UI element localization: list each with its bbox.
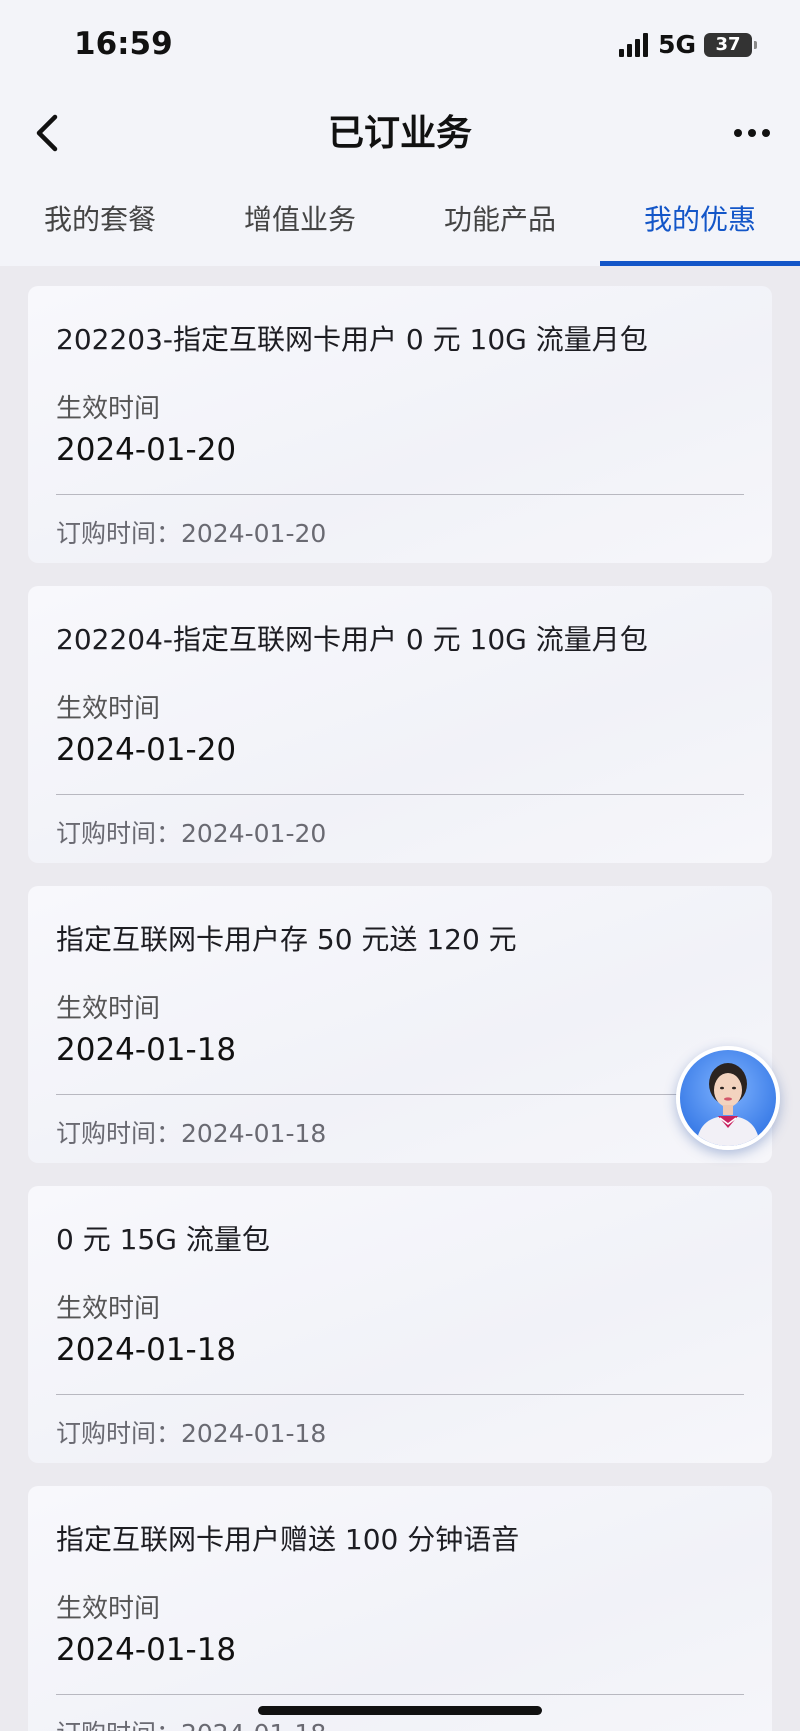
order-time: 订购时间：2024-01-18 xyxy=(56,1419,327,1448)
effective-date: 2024-01-18 xyxy=(56,1032,237,1068)
tab-function-products[interactable]: 功能产品 xyxy=(400,178,600,266)
effective-label: 生效时间 xyxy=(56,994,161,1024)
effective-date: 2024-01-18 xyxy=(56,1332,237,1368)
tab-my-offers[interactable]: 我的优惠 xyxy=(600,178,800,266)
offer-card[interactable]: 0 元 15G 流量包 生效时间 2024-01-18 订购时间：2024-01… xyxy=(28,1186,772,1463)
more-dot xyxy=(748,129,756,137)
divider xyxy=(56,1694,744,1695)
more-dot xyxy=(762,129,770,137)
offer-card[interactable]: 指定互联网卡用户赠送 100 分钟语音 生效时间 2024-01-18 订购时间… xyxy=(28,1486,772,1731)
offer-title: 指定互联网卡用户赠送 100 分钟语音 xyxy=(56,1523,520,1556)
status-indicators: 5G 37 xyxy=(619,30,757,59)
effective-label: 生效时间 xyxy=(56,1294,161,1324)
status-time: 16:59 xyxy=(74,26,173,62)
more-button[interactable] xyxy=(722,108,782,158)
assistant-avatar-icon xyxy=(696,1063,760,1146)
nav-header: 已订业务 xyxy=(0,90,800,178)
tab-my-plan[interactable]: 我的套餐 xyxy=(0,178,200,266)
status-bar: 16:59 5G 37 xyxy=(0,0,800,90)
effective-date: 2024-01-18 xyxy=(56,1632,237,1668)
effective-date: 2024-01-20 xyxy=(56,732,237,768)
offer-title: 202203-指定互联网卡用户 0 元 10G 流量月包 xyxy=(56,323,648,356)
effective-label: 生效时间 xyxy=(56,394,161,424)
home-indicator[interactable] xyxy=(258,1706,542,1715)
offer-card[interactable]: 202203-指定互联网卡用户 0 元 10G 流量月包 生效时间 2024-0… xyxy=(28,286,772,563)
signal-icon xyxy=(619,32,649,57)
order-time: 订购时间：2024-01-18 xyxy=(56,1714,326,1731)
offer-title: 0 元 15G 流量包 xyxy=(56,1223,270,1256)
tab-bar: 我的套餐 增值业务 功能产品 我的优惠 xyxy=(0,178,800,266)
battery-icon: 37 xyxy=(704,32,757,57)
divider xyxy=(56,1094,744,1095)
order-time: 订购时间：2024-01-18 xyxy=(56,1119,327,1148)
offer-list: 202203-指定互联网卡用户 0 元 10G 流量月包 生效时间 2024-0… xyxy=(28,286,772,1731)
network-label: 5G xyxy=(658,30,696,59)
offer-title: 指定互联网卡用户存 50 元送 120 元 xyxy=(56,923,517,956)
order-time: 订购时间：2024-01-20 xyxy=(56,519,327,548)
offer-card[interactable]: 指定互联网卡用户存 50 元送 120 元 生效时间 2024-01-18 订购… xyxy=(28,886,772,1163)
assistant-button[interactable] xyxy=(676,1046,780,1150)
effective-label: 生效时间 xyxy=(56,1594,161,1624)
more-horizontal-icon xyxy=(734,129,742,137)
effective-date: 2024-01-20 xyxy=(56,432,237,468)
divider xyxy=(56,1394,744,1395)
effective-label: 生效时间 xyxy=(56,694,161,724)
divider xyxy=(56,794,744,795)
offer-card[interactable]: 202204-指定互联网卡用户 0 元 10G 流量月包 生效时间 2024-0… xyxy=(28,586,772,863)
tab-value-added[interactable]: 增值业务 xyxy=(200,178,400,266)
order-time: 订购时间：2024-01-20 xyxy=(56,819,327,848)
page-title: 已订业务 xyxy=(327,113,472,154)
divider xyxy=(56,494,744,495)
offer-title: 202204-指定互联网卡用户 0 元 10G 流量月包 xyxy=(56,623,648,656)
